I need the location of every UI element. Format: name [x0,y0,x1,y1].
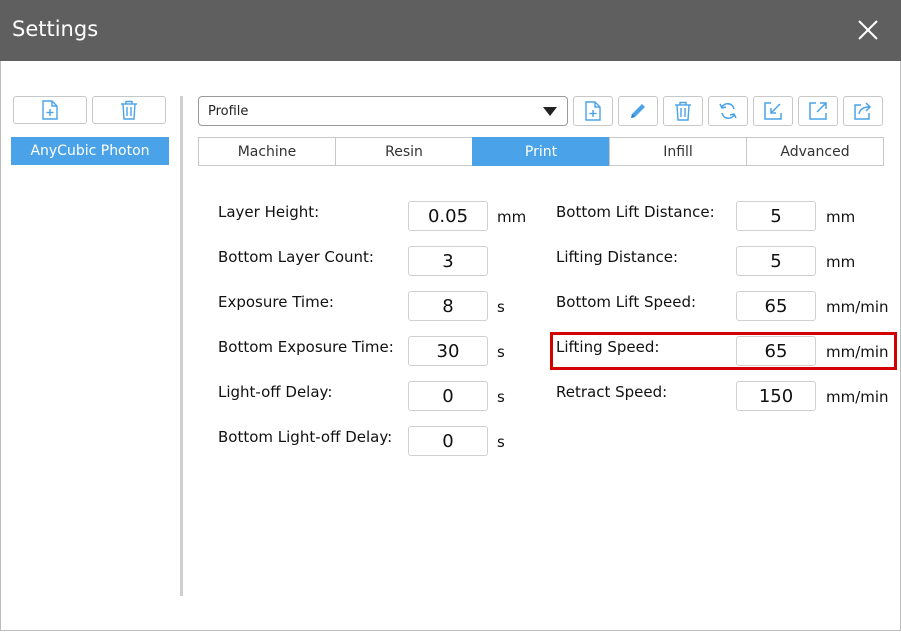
delete-preset-button[interactable] [663,96,703,126]
chevron-down-icon [543,107,557,116]
bottom-light-off-delay-input[interactable]: 0 [408,426,488,456]
bottom-lift-distance-input[interactable]: 5 [736,201,816,231]
bottom-layer-count-label: Bottom Layer Count: [218,248,374,266]
bottom-lift-distance-unit: mm [826,208,856,226]
tab-resin[interactable]: Resin [335,137,473,166]
retract-speed-unit: mm/min [826,388,889,406]
delete-profile-button[interactable] [92,96,166,124]
light-off-delay-label: Light-off Delay: [218,383,333,401]
bottom-light-off-delay-unit: s [497,433,505,451]
lifting-distance-unit: mm [826,253,856,271]
edit-preset-button[interactable] [618,96,658,126]
retract-speed-input[interactable]: 150 [736,381,816,411]
trash-icon [675,101,691,121]
layer-height-label: Layer Height: [218,203,320,221]
import-preset-button[interactable] [753,96,793,126]
lifting-distance-input[interactable]: 5 [736,246,816,276]
share-preset-button[interactable] [843,96,883,126]
bottom-exposure-time-label: Bottom Exposure Time: [218,338,394,356]
import-icon [764,102,782,120]
trash-icon [121,100,137,120]
lifting-speed-highlight-box [550,332,897,370]
light-off-delay-unit: s [497,388,505,406]
bottom-lift-speed-unit: mm/min [826,298,889,316]
lifting-distance-label: Lifting Distance: [556,248,679,266]
profile-dropdown[interactable]: Profile [198,96,568,126]
profile-dropdown-value: Profile [208,104,249,119]
exposure-time-label: Exposure Time: [218,293,334,311]
bottom-lift-speed-input[interactable]: 65 [736,291,816,321]
exposure-time-input[interactable]: 8 [408,291,488,321]
bottom-lift-speed-label: Bottom Lift Speed: [556,293,697,311]
retract-speed-label: Retract Speed: [556,383,668,401]
add-file-icon [42,100,58,120]
reset-preset-button[interactable] [708,96,748,126]
title-bar: Settings [0,0,901,61]
tab-infill[interactable]: Infill [609,137,747,166]
window-title: Settings [12,17,99,41]
bottom-lift-distance-label: Bottom Lift Distance: [556,203,715,221]
tab-print[interactable]: Print [472,137,610,166]
export-icon [809,102,827,120]
sidebar-divider [180,96,183,596]
bottom-exposure-time-input[interactable]: 30 [408,336,488,366]
export-preset-button[interactable] [798,96,838,126]
new-preset-button[interactable] [573,96,613,126]
close-icon[interactable] [852,14,884,46]
add-profile-button[interactable] [13,96,87,124]
light-off-delay-input[interactable]: 0 [408,381,488,411]
exposure-time-unit: s [497,298,505,316]
share-icon [854,102,872,120]
layer-height-input[interactable]: 0.05 [408,201,488,231]
bottom-layer-count-input[interactable]: 3 [408,246,488,276]
settings-tabs: Machine Resin Print Infill Advanced [198,137,884,166]
layer-height-unit: mm [497,208,527,226]
tab-advanced[interactable]: Advanced [746,137,884,166]
edit-pencil-icon [631,104,645,118]
bottom-light-off-delay-label: Bottom Light-off Delay: [218,428,393,446]
add-file-icon [585,101,601,121]
refresh-icon [719,103,737,119]
profile-list-item[interactable]: AnyCubic Photon [11,137,169,165]
tab-machine[interactable]: Machine [198,137,336,166]
bottom-exposure-time-unit: s [497,343,505,361]
